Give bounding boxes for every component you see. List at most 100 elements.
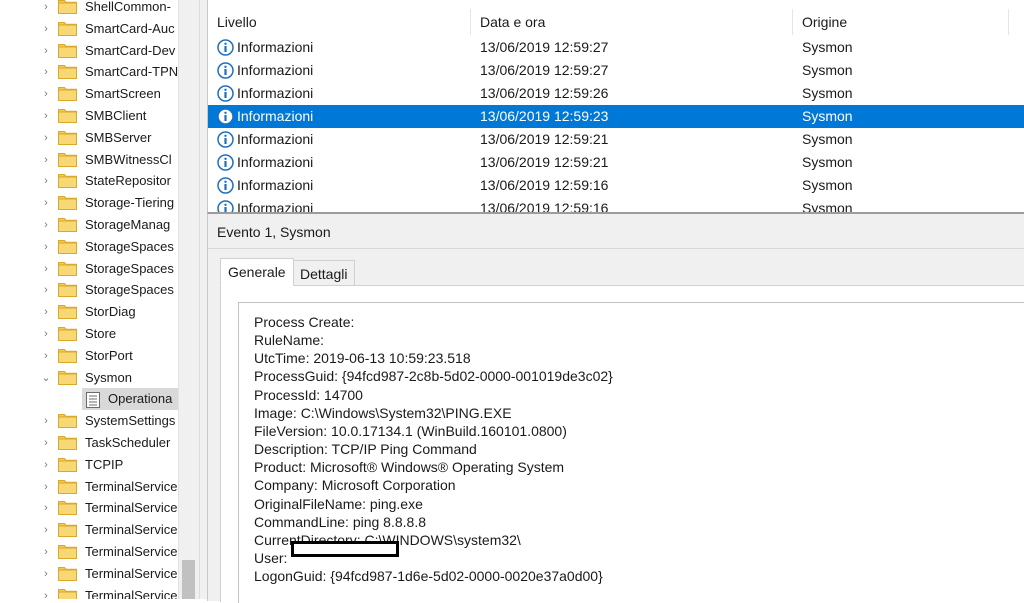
tree-item-folder[interactable]: › SmartCard-TPN <box>0 61 178 83</box>
tree-item-folder[interactable]: › SmartCard-Auc <box>0 18 178 40</box>
event-row[interactable]: Informazioni 13/06/2019 12:59:21 Sysmon <box>208 151 1024 174</box>
tree-item-label: TerminalService <box>85 544 178 559</box>
chevron-right-icon[interactable]: › <box>41 258 51 280</box>
tree-item-folder[interactable]: › SystemSettings <box>0 410 178 432</box>
tree-item-folder[interactable]: › TerminalService <box>0 476 178 498</box>
chevron-right-icon[interactable]: › <box>41 214 51 236</box>
tree-scrollbar[interactable] <box>178 0 199 599</box>
chevron-right-icon[interactable]: › <box>41 83 51 105</box>
folder-icon <box>58 282 77 298</box>
tree-item-folder[interactable]: › StorageSpaces <box>0 258 178 280</box>
chevron-right-icon[interactable]: › <box>41 519 51 541</box>
tree-item-folder[interactable]: › SMBWitnessCl <box>0 149 178 171</box>
tree-item-label: StorPort <box>85 347 133 363</box>
event-source: Sysmon <box>802 131 853 147</box>
tree-item-label: TerminalService <box>85 478 178 494</box>
tree-item-folder[interactable]: › TerminalService <box>0 497 178 519</box>
folder-icon <box>58 0 77 14</box>
chevron-right-icon[interactable]: › <box>41 61 51 83</box>
tree-item-folder[interactable]: › ShellCommon- <box>0 0 178 18</box>
chevron-right-icon[interactable]: › <box>41 40 51 62</box>
tree-item-folder[interactable]: › SMBClient <box>0 105 178 127</box>
tree-item-label: Sysmon <box>85 369 132 385</box>
folder-icon <box>58 457 77 472</box>
folder-icon <box>58 326 77 341</box>
chevron-right-icon[interactable]: › <box>41 585 51 599</box>
chevron-right-icon[interactable]: › <box>41 345 51 367</box>
tab-details[interactable]: Dettagli <box>292 260 356 286</box>
event-message-line: CommandLine: ping 8.8.8.8 <box>254 513 426 530</box>
event-row[interactable]: Informazioni 13/06/2019 12:59:27 Sysmon <box>208 36 1024 59</box>
event-level: Informazioni <box>237 39 314 55</box>
tree-item-label: SmartCard-TPN <box>85 64 178 80</box>
event-message-line: ProcessGuid: {94fcd987-2c8b-5d02-0000-00… <box>254 368 613 385</box>
event-message-line: Company: Microsoft Corporation <box>254 477 456 494</box>
chevron-right-icon[interactable]: › <box>41 279 51 301</box>
chevron-right-icon[interactable]: › <box>41 410 51 432</box>
tree-item-folder[interactable]: › StorageSpaces <box>0 279 178 301</box>
chevron-right-icon[interactable]: › <box>41 127 51 149</box>
tree-item-folder[interactable]: › StorPort <box>0 345 178 367</box>
chevron-down-icon[interactable]: ⌄ <box>41 367 51 389</box>
chevron-right-icon[interactable]: › <box>41 192 51 214</box>
chevron-right-icon[interactable]: › <box>41 18 51 40</box>
tree-item-label: TerminalService <box>85 587 178 599</box>
tree-item-folder[interactable]: › Store <box>0 323 178 345</box>
tree-item-folder[interactable]: › SmartScreen <box>0 83 178 105</box>
chevron-right-icon[interactable]: › <box>41 236 51 258</box>
chevron-right-icon[interactable]: › <box>41 301 51 323</box>
chevron-right-icon[interactable]: › <box>41 105 51 127</box>
tree-item-label: StorageSpaces <box>85 238 174 254</box>
info-icon <box>217 154 234 171</box>
tab-panel-general: Process Create: RuleName: UtcTime: 2019-06… <box>220 285 1024 603</box>
tab-general[interactable]: Generale <box>220 258 294 286</box>
column-header-level[interactable]: Livello <box>208 9 471 35</box>
tree-item-folder[interactable]: › TerminalService <box>0 519 178 541</box>
event-row[interactable]: Informazioni 13/06/2019 12:59:16 Sysmon <box>208 197 1024 212</box>
chevron-right-icon[interactable]: › <box>41 497 51 519</box>
event-source: Sysmon <box>802 200 853 212</box>
tree-item-folder[interactable]: › StorDiag <box>0 301 178 323</box>
chevron-right-icon[interactable]: › <box>41 563 51 585</box>
tree-scrollbar-thumb[interactable] <box>182 560 195 599</box>
chevron-right-icon[interactable]: › <box>41 323 51 345</box>
tree-item-folder[interactable]: › TerminalService <box>0 585 178 599</box>
tree-item-folder[interactable]: › TerminalService <box>0 541 178 563</box>
tree-item-folder[interactable]: › StorageSpaces <box>0 236 178 258</box>
event-row[interactable]: Informazioni 13/06/2019 12:59:23 Sysmon <box>208 105 1024 128</box>
chevron-right-icon[interactable]: › <box>41 432 51 454</box>
event-row[interactable]: Informazioni 13/06/2019 12:59:27 Sysmon <box>208 59 1024 82</box>
column-header-datetime[interactable]: Data e ora <box>471 9 793 35</box>
info-icon <box>217 131 234 148</box>
tree-item-folder[interactable]: › SmartCard-Dev <box>0 40 178 62</box>
chevron-right-icon[interactable]: › <box>41 149 51 171</box>
tree-item-log[interactable]: Operationa <box>82 388 178 411</box>
event-row[interactable]: Informazioni 13/06/2019 12:59:21 Sysmon <box>208 128 1024 151</box>
event-row[interactable]: Informazioni 13/06/2019 12:59:16 Sysmon <box>208 174 1024 197</box>
tree-item-label: StorageManag <box>85 217 171 232</box>
folder-icon <box>58 500 77 516</box>
tree-item-label: TCPIP <box>85 456 124 472</box>
tree-item-folder[interactable]: › Storage-Tiering <box>0 192 178 214</box>
folder-icon <box>58 64 77 80</box>
tree-item-folder[interactable]: ⌄ Sysmon <box>0 367 178 389</box>
tree-item-folder[interactable]: › SMBServer <box>0 127 178 149</box>
event-row[interactable]: Informazioni 13/06/2019 12:59:26 Sysmon <box>208 82 1024 105</box>
tree-item-folder[interactable]: › TCPIP <box>0 454 178 476</box>
chevron-right-icon[interactable]: › <box>41 541 51 563</box>
chevron-right-icon[interactable]: › <box>41 170 51 192</box>
tree-item-folder[interactable]: › StateRepositor <box>0 170 178 192</box>
event-source: Sysmon <box>802 108 853 124</box>
event-message-box[interactable]: Process Create: RuleName: UtcTime: 2019-06… <box>238 302 1024 603</box>
chevron-right-icon[interactable]: › <box>41 454 51 476</box>
chevron-right-icon[interactable]: › <box>41 0 51 18</box>
event-message-line: OriginalFileName: ping.exe <box>254 495 423 512</box>
event-message-line: FileVersion: 10.0.17134.1 (WinBuild.1601… <box>254 422 567 439</box>
tree-item-folder[interactable]: › TerminalService <box>0 563 178 585</box>
tree-item-folder[interactable]: › TaskScheduler <box>0 432 178 454</box>
column-header-source[interactable]: Origine <box>793 9 1009 35</box>
chevron-right-icon[interactable]: › <box>41 476 51 498</box>
tree-item-folder[interactable]: › StorageManag <box>0 214 178 236</box>
folder-icon <box>58 173 77 189</box>
event-datetime: 13/06/2019 12:59:26 <box>480 85 609 101</box>
